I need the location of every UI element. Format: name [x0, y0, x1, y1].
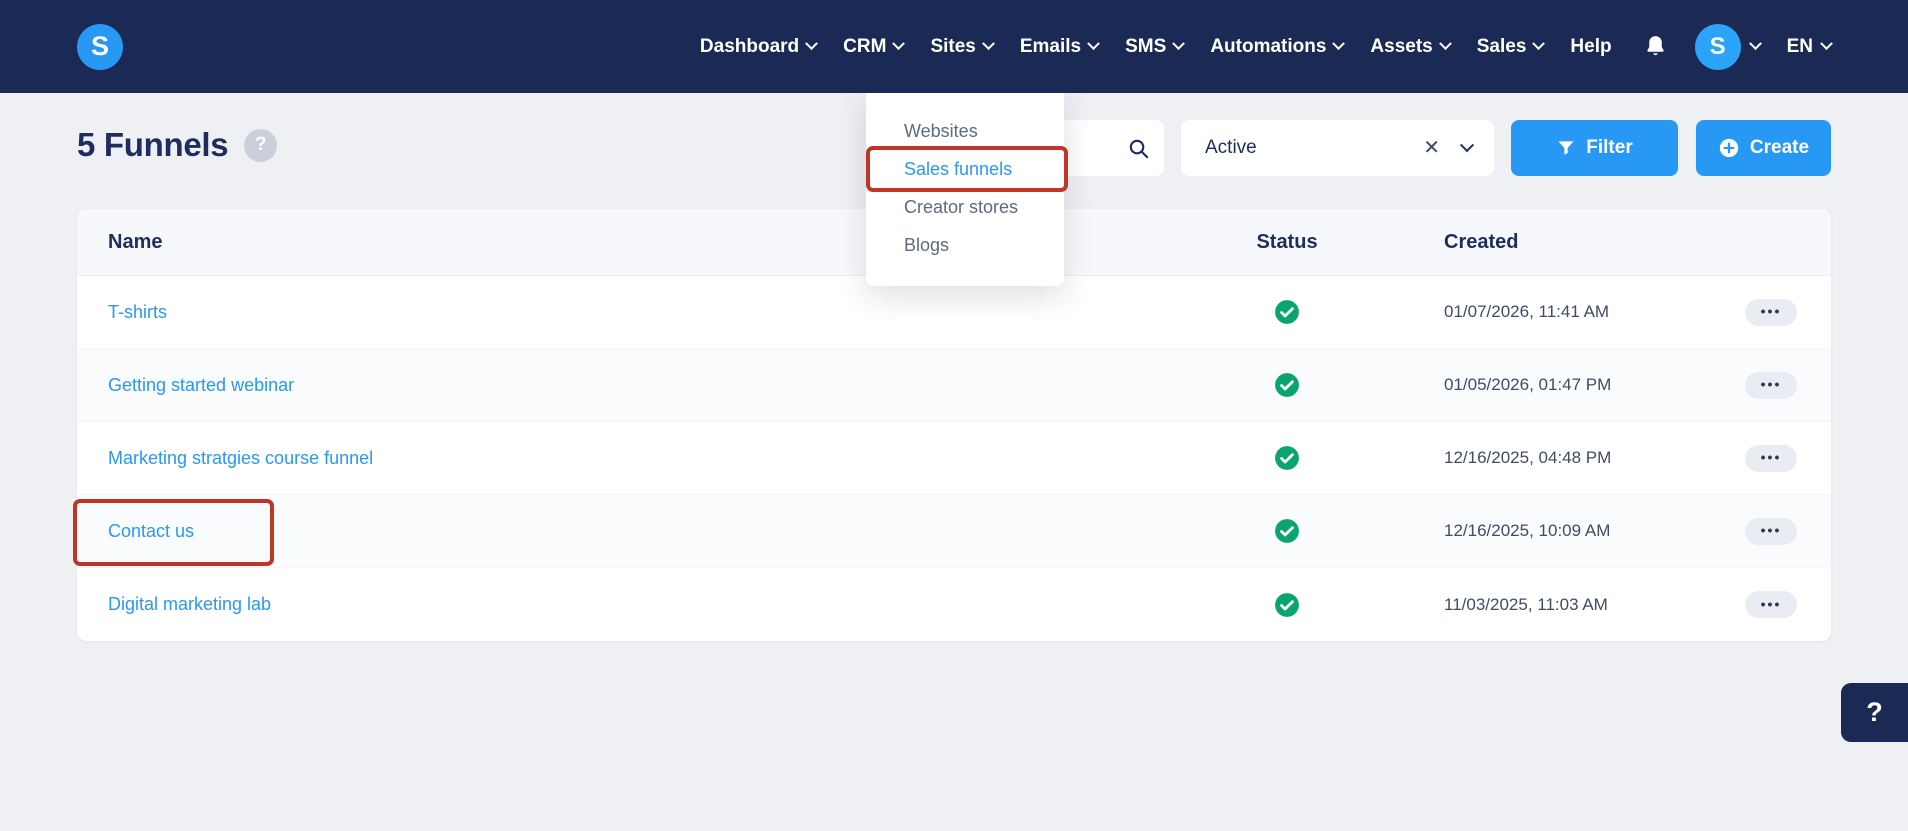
plus-circle-icon: [1718, 137, 1740, 159]
funnel-filter-icon: [1556, 138, 1576, 158]
nav-item-label: SMS: [1125, 35, 1167, 57]
nav-item-label: CRM: [843, 35, 887, 57]
notifications-bell-icon[interactable]: [1643, 34, 1668, 59]
chevron-down-icon: [981, 37, 995, 51]
filter-button[interactable]: Filter: [1511, 120, 1678, 176]
table-row: T-shirts 01/07/2026, 11:41 AM •••: [77, 276, 1831, 349]
funnel-link[interactable]: Digital marketing lab: [108, 594, 271, 614]
column-header-status: Status: [1256, 230, 1318, 253]
chevron-down-icon: [1087, 37, 1100, 51]
row-actions-button[interactable]: •••: [1745, 517, 1797, 545]
chevron-down-icon: [1820, 37, 1833, 51]
chevron-down-icon: [1172, 37, 1186, 51]
nav-menu: Dashboard CRM Sites Emails SMS Automations Ass…: [700, 36, 1612, 58]
status-active-icon: [1274, 299, 1300, 325]
table-row: Marketing stratgies course funnel 12/16/…: [77, 422, 1831, 495]
search-icon[interactable]: [1127, 137, 1164, 160]
chevron-down-icon: [1532, 37, 1546, 51]
sites-menu-item-sales-funnels[interactable]: Sales funnels: [866, 150, 1064, 188]
nav-item-automations[interactable]: Automations: [1210, 35, 1346, 58]
top-navbar: S Dashboard CRM Sites Emails SMS Automations A…: [0, 0, 1908, 93]
created-date: 12/16/2025, 04:48 PM: [1444, 448, 1612, 467]
funnel-link[interactable]: Contact us: [108, 521, 194, 541]
table-row: Getting started webinar 01/05/2026, 01:4…: [77, 349, 1831, 422]
table-row: Digital marketing lab 11/03/2025, 11:03 …: [77, 568, 1831, 641]
funnel-link[interactable]: Marketing stratgies course funnel: [108, 448, 373, 468]
page-title: 5 Funnels: [77, 126, 229, 163]
nav-item-assets[interactable]: Assets: [1370, 35, 1452, 58]
nav-item-sites[interactable]: Sites: [930, 35, 995, 58]
nav-item-emails[interactable]: Emails: [1019, 35, 1100, 58]
chevron-down-icon: [1748, 37, 1762, 51]
sites-menu-item-creator-stores[interactable]: Creator stores: [866, 188, 1064, 226]
row-actions-button[interactable]: •••: [1745, 444, 1797, 472]
sites-menu: Websites Sales funnels Creator stores Blogs: [866, 90, 1064, 286]
chevron-down-icon: [892, 37, 906, 51]
nav-item-help[interactable]: Help: [1570, 36, 1611, 58]
funnel-link[interactable]: Getting started webinar: [108, 375, 294, 395]
chevron-down-icon: [1438, 37, 1452, 51]
created-date: 12/16/2025, 10:09 AM: [1444, 521, 1611, 540]
nav-item-label: Dashboard: [699, 35, 800, 57]
status-active-icon: [1274, 372, 1300, 398]
nav-item-sales[interactable]: Sales: [1476, 35, 1546, 58]
create-button[interactable]: Create: [1696, 120, 1831, 176]
chevron-down-icon: [1332, 37, 1346, 51]
nav-item-crm[interactable]: CRM: [843, 35, 906, 58]
nav-item-label: Help: [1570, 35, 1612, 57]
created-date: 01/05/2026, 01:47 PM: [1444, 375, 1612, 394]
sites-menu-item-websites[interactable]: Websites: [866, 112, 1064, 150]
language-selector[interactable]: EN: [1786, 35, 1833, 58]
status-active-icon: [1274, 592, 1300, 618]
nav-right-group: S EN: [1639, 23, 1833, 70]
title-help-icon[interactable]: ?: [244, 128, 278, 162]
filter-button-label: Filter: [1586, 137, 1633, 158]
chevron-down-icon: [805, 37, 819, 51]
nav-item-label: Emails: [1019, 35, 1082, 57]
nav-item-dashboard[interactable]: Dashboard: [699, 35, 819, 58]
nav-item-sms[interactable]: SMS: [1125, 35, 1186, 58]
sites-menu-item-blogs[interactable]: Blogs: [866, 226, 1064, 264]
create-button-label: Create: [1749, 137, 1810, 158]
table-row: Contact us 12/16/2025, 10:09 AM •••: [77, 495, 1831, 568]
app-logo[interactable]: S: [77, 23, 123, 70]
funnel-link[interactable]: T-shirts: [108, 302, 167, 322]
avatar: S: [1694, 23, 1741, 70]
table-body: T-shirts 01/07/2026, 11:41 AM ••• Gettin…: [77, 276, 1831, 641]
created-date: 01/07/2026, 11:41 AM: [1444, 302, 1610, 321]
status-filter-select[interactable]: Active ✕: [1181, 120, 1494, 176]
row-actions-button[interactable]: •••: [1745, 298, 1797, 326]
nav-item-label: Assets: [1370, 35, 1433, 57]
language-label: EN: [1786, 35, 1813, 57]
nav-item-label: Sites: [930, 35, 976, 57]
created-date: 11/03/2025, 11:03 AM: [1444, 594, 1608, 614]
nav-item-label: Sales: [1476, 35, 1527, 57]
status-active-icon: [1274, 445, 1300, 471]
column-header-created: Created: [1444, 230, 1519, 253]
row-actions-button[interactable]: •••: [1745, 371, 1797, 399]
status-filter-value: Active: [1205, 137, 1257, 158]
floating-help-button[interactable]: ?: [1841, 683, 1908, 742]
funnels-page: S Dashboard CRM Sites Emails SMS Automations A…: [0, 0, 1908, 831]
status-active-icon: [1274, 518, 1300, 544]
chevron-down-icon: [1459, 138, 1475, 153]
user-avatar-menu[interactable]: S: [1694, 23, 1762, 70]
nav-item-label: Automations: [1210, 35, 1327, 57]
title-row: 5 Funnels ?: [77, 126, 278, 164]
clear-filter-icon[interactable]: ✕: [1423, 138, 1440, 158]
row-actions-button[interactable]: •••: [1745, 591, 1797, 618]
